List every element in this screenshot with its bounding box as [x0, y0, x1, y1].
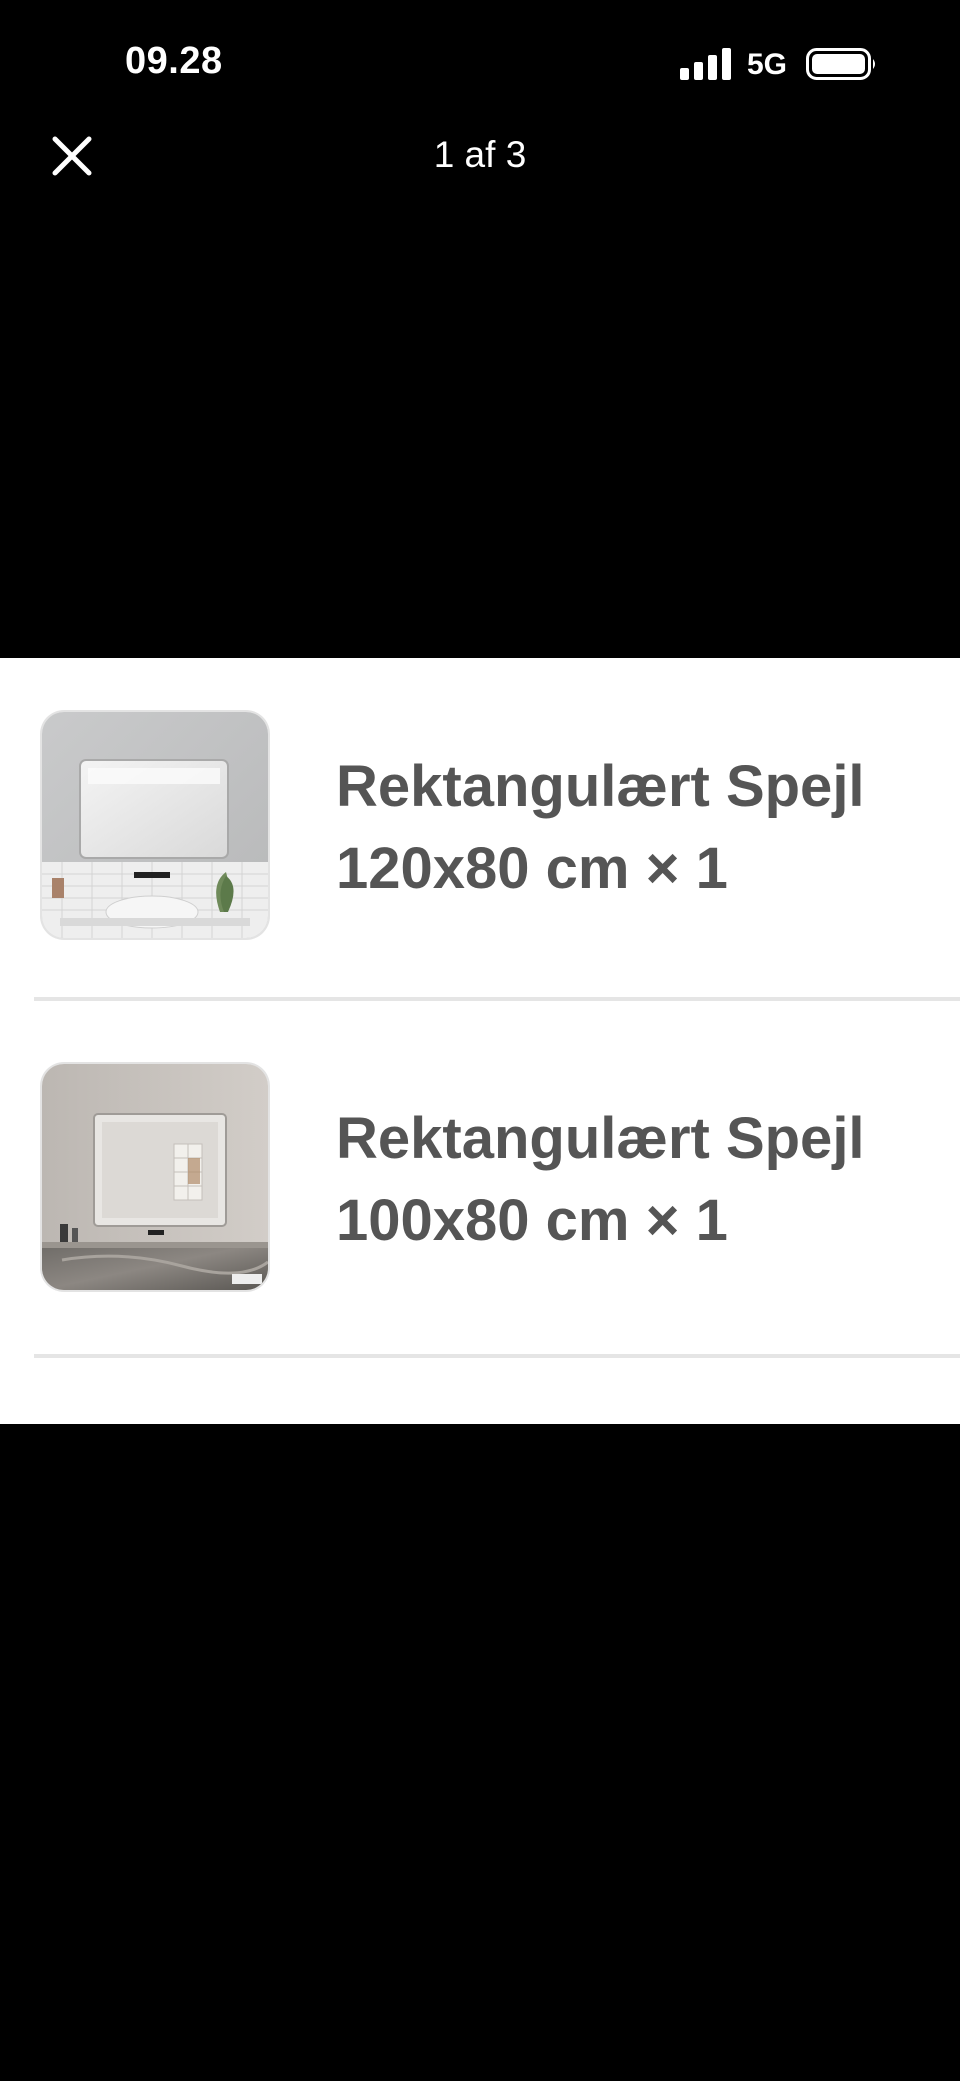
- product-image: [42, 712, 268, 938]
- cellular-signal-icon: [680, 48, 731, 80]
- battery-icon: [806, 48, 875, 80]
- item-name: Rektangulært Spejl: [336, 754, 865, 819]
- status-time: 09.28: [125, 40, 223, 82]
- bathroom-mirror-thumbnail: [42, 712, 268, 938]
- item-title: Rektangulært Spejl 120x80 cm × 1: [336, 746, 936, 910]
- page-counter: 1 af 3: [433, 134, 527, 175]
- order-items-image: Rektangulært Spejl 120x80 cm × 1 Rektang…: [0, 658, 960, 1424]
- item-name: Rektangulært Spejl: [336, 1106, 865, 1171]
- list-item: Rektangulært Spejl 100x80 cm × 1: [0, 1008, 960, 1338]
- divider: [34, 1354, 960, 1358]
- item-size-quantity: 120x80 cm × 1: [336, 836, 728, 901]
- list-item: Rektangulært Spejl 120x80 cm × 1: [0, 658, 960, 988]
- divider: [34, 997, 960, 1001]
- item-size-quantity: 100x80 cm × 1: [336, 1188, 728, 1253]
- status-bar: 09.28 5G: [0, 0, 960, 130]
- product-image: [42, 1064, 268, 1290]
- network-type: 5G: [747, 48, 788, 81]
- bathroom-mirror-thumbnail: [42, 1064, 268, 1290]
- item-title: Rektangulært Spejl 100x80 cm × 1: [336, 1098, 936, 1262]
